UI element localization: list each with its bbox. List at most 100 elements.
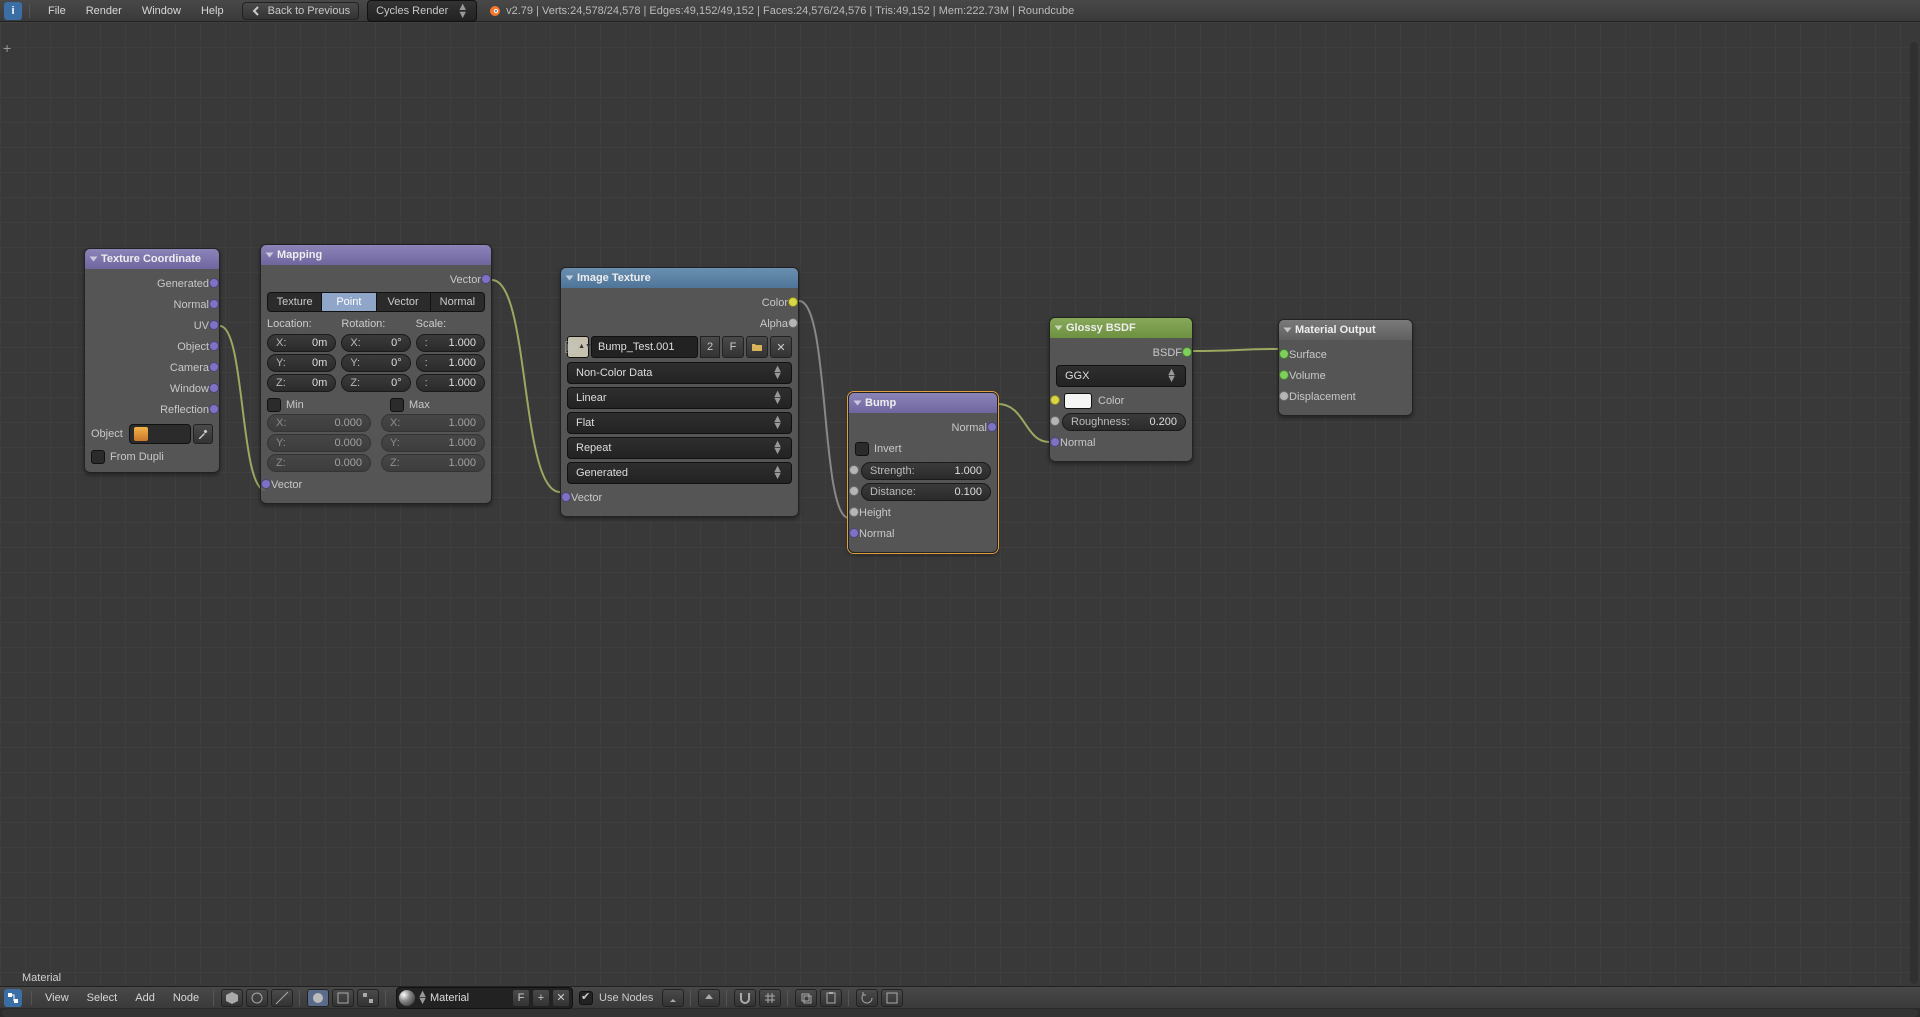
- projection-select[interactable]: Flat▲▼: [567, 412, 792, 434]
- shader-tree-type-linestyle[interactable]: [271, 989, 293, 1007]
- output-color[interactable]: Color: [567, 292, 792, 313]
- scale-x[interactable]: :1.000: [416, 334, 485, 352]
- pin-button[interactable]: [662, 989, 684, 1007]
- output-generated[interactable]: Generated: [91, 273, 213, 294]
- socket-icon[interactable]: [987, 422, 997, 432]
- input-normal[interactable]: Normal: [1056, 432, 1186, 453]
- input-height[interactable]: Height: [855, 502, 991, 523]
- backdrop-button[interactable]: [881, 989, 903, 1007]
- max-z[interactable]: Z:1.000: [381, 454, 485, 472]
- min-checkbox[interactable]: [267, 398, 281, 412]
- location-y[interactable]: Y:0m: [267, 354, 336, 372]
- output-uv[interactable]: UV: [91, 315, 213, 336]
- socket-icon[interactable]: [209, 341, 219, 351]
- location-z[interactable]: Z:0m: [267, 374, 336, 392]
- from-dupli-checkbox[interactable]: [91, 450, 105, 464]
- socket-icon[interactable]: [1279, 370, 1289, 380]
- back-to-previous-button[interactable]: Back to Previous: [242, 2, 360, 20]
- scale-z[interactable]: :1.000: [416, 374, 485, 392]
- color-swatch[interactable]: [1064, 393, 1092, 409]
- menu-view[interactable]: View: [37, 989, 77, 1007]
- rotation-z[interactable]: Z:0°: [341, 374, 410, 392]
- tab-normal[interactable]: Normal: [431, 293, 484, 311]
- output-bsdf[interactable]: BSDF: [1056, 342, 1186, 363]
- collapse-triangle-icon[interactable]: [1055, 326, 1063, 331]
- input-vector[interactable]: Vector: [567, 487, 792, 508]
- new-material-button[interactable]: +: [532, 989, 550, 1007]
- socket-icon[interactable]: [849, 465, 859, 475]
- tree-type-compositing[interactable]: [332, 989, 354, 1007]
- node-material-output[interactable]: Material Output Surface Volume Displacem…: [1278, 319, 1413, 416]
- socket-icon[interactable]: [209, 278, 219, 288]
- output-vector[interactable]: Vector: [267, 269, 485, 290]
- max-y[interactable]: Y:1.000: [381, 434, 485, 452]
- socket-icon[interactable]: [788, 318, 798, 328]
- output-object[interactable]: Object: [91, 336, 213, 357]
- socket-icon[interactable]: [209, 383, 219, 393]
- min-z[interactable]: Z:0.000: [267, 454, 371, 472]
- menu-node[interactable]: Node: [165, 989, 207, 1007]
- source-select[interactable]: Generated▲▼: [567, 462, 792, 484]
- max-checkbox[interactable]: [390, 398, 404, 412]
- go-to-parent-button[interactable]: [698, 989, 720, 1007]
- render-engine-select[interactable]: Cycles Render ▲▼: [367, 0, 477, 22]
- node-image-texture[interactable]: Image Texture Color Alpha 🖼▲▼ Bump_Test.…: [560, 267, 799, 517]
- extension-select[interactable]: Repeat▲▼: [567, 437, 792, 459]
- interpolation-select[interactable]: Linear▲▼: [567, 387, 792, 409]
- tree-type-shader[interactable]: [307, 989, 329, 1007]
- input-volume[interactable]: Volume: [1285, 365, 1406, 386]
- node-header[interactable]: Material Output: [1279, 320, 1412, 340]
- collapse-triangle-icon[interactable]: [854, 401, 862, 406]
- input-surface[interactable]: Surface: [1285, 344, 1406, 365]
- editor-type-button[interactable]: [4, 989, 22, 1007]
- input-vector[interactable]: Vector: [267, 474, 485, 495]
- input-normal[interactable]: Normal: [855, 523, 991, 544]
- vertical-scrollbar[interactable]: [1910, 42, 1918, 984]
- socket-icon[interactable]: [849, 528, 859, 538]
- tree-type-texture[interactable]: [357, 989, 379, 1007]
- tab-texture[interactable]: Texture: [268, 293, 322, 311]
- unlink-material-button[interactable]: ✕: [552, 989, 570, 1007]
- output-alpha[interactable]: Alpha: [567, 313, 792, 334]
- node-header[interactable]: Mapping: [261, 245, 491, 265]
- input-roughness[interactable]: Roughness:0.200: [1056, 411, 1186, 432]
- material-datablock-select[interactable]: ▲▼ F + ✕: [396, 987, 573, 1009]
- output-window[interactable]: Window: [91, 378, 213, 399]
- tab-vector[interactable]: Vector: [377, 293, 431, 311]
- socket-icon[interactable]: [849, 507, 859, 517]
- invert-checkbox[interactable]: [855, 442, 869, 456]
- menu-render[interactable]: Render: [76, 2, 132, 20]
- node-glossy-bsdf[interactable]: Glossy BSDF BSDF GGX▲▼ Color Roughness:0…: [1049, 317, 1193, 462]
- scale-y[interactable]: :1.000: [416, 354, 485, 372]
- output-reflection[interactable]: Reflection: [91, 399, 213, 420]
- input-distance[interactable]: Distance:0.100: [855, 481, 991, 502]
- socket-icon[interactable]: [209, 320, 219, 330]
- auto-render-button[interactable]: [856, 989, 878, 1007]
- socket-icon[interactable]: [1050, 395, 1060, 405]
- snap-button[interactable]: [734, 989, 756, 1007]
- paste-nodes-button[interactable]: [820, 989, 842, 1007]
- socket-icon[interactable]: [209, 362, 219, 372]
- expand-header-icon[interactable]: +: [3, 40, 11, 56]
- socket-icon[interactable]: [1050, 437, 1060, 447]
- node-header[interactable]: Glossy BSDF: [1050, 318, 1192, 338]
- socket-icon[interactable]: [849, 486, 859, 496]
- material-name-input[interactable]: [430, 992, 510, 1004]
- rotation-y[interactable]: Y:0°: [341, 354, 410, 372]
- distribution-select[interactable]: GGX▲▼: [1056, 365, 1186, 387]
- socket-icon[interactable]: [788, 297, 798, 307]
- menu-add[interactable]: Add: [127, 989, 163, 1007]
- collapse-triangle-icon[interactable]: [566, 276, 574, 281]
- node-header[interactable]: Texture Coordinate: [85, 249, 219, 269]
- collapse-triangle-icon[interactable]: [90, 257, 98, 262]
- copy-nodes-button[interactable]: [795, 989, 817, 1007]
- socket-icon[interactable]: [561, 492, 571, 502]
- socket-icon[interactable]: [1279, 391, 1289, 401]
- eyedropper-button[interactable]: [193, 424, 213, 444]
- min-y[interactable]: Y:0.000: [267, 434, 371, 452]
- input-strength[interactable]: Strength:1.000: [855, 460, 991, 481]
- users-count[interactable]: 2: [700, 336, 720, 358]
- use-nodes-checkbox[interactable]: [579, 991, 593, 1005]
- collapse-triangle-icon[interactable]: [266, 253, 274, 258]
- color-space-select[interactable]: Non-Color Data▲▼: [567, 362, 792, 384]
